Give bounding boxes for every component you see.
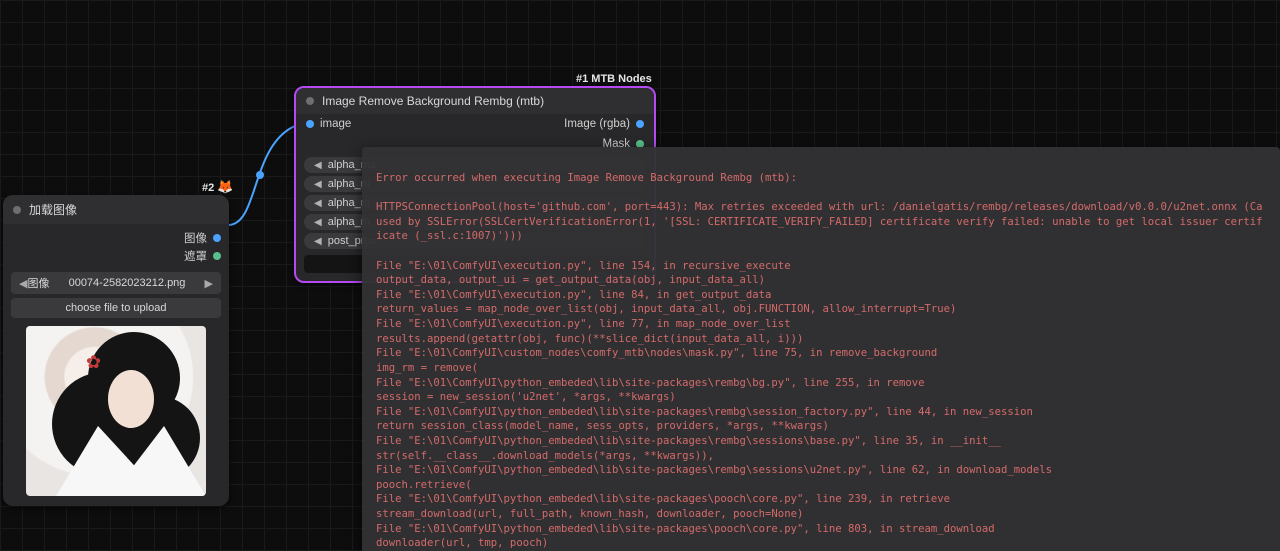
- file-select-dropdown[interactable]: ◀ 图像 00074-2582023212.png ▶: [11, 272, 221, 294]
- port-label-out-image: Image (rgba): [564, 118, 630, 130]
- port-label-image: 图像: [184, 230, 207, 246]
- thumbnail-shape: [56, 426, 206, 496]
- image-thumbnail[interactable]: ✿: [26, 326, 206, 496]
- group-badge-2-text: #2: [202, 182, 214, 194]
- flower-icon: ✿: [86, 352, 101, 373]
- output-ports: 图像 遮罩: [3, 224, 229, 268]
- port-label-mask: 遮罩: [184, 248, 207, 264]
- port-out-image[interactable]: [213, 234, 221, 242]
- file-select-label: 图像: [27, 275, 49, 291]
- node-title: 加载图像: [29, 201, 77, 218]
- upload-button[interactable]: choose file to upload: [11, 298, 221, 318]
- port-out-image[interactable]: [636, 120, 644, 128]
- chevron-left-icon: ◀: [314, 217, 322, 228]
- node-status-dot: [13, 206, 21, 214]
- error-traceback: Error occurred when executing Image Remo…: [376, 171, 1266, 551]
- chevron-left-icon: ◀: [314, 198, 322, 209]
- error-panel[interactable]: Error occurred when executing Image Remo…: [362, 147, 1280, 551]
- node-graph-canvas[interactable]: #1 MTB Nodes #2🦊 加载图像 图像 遮罩 ◀ 图像 00074-2…: [0, 0, 1280, 551]
- node-title: Image Remove Background Rembg (mtb): [322, 94, 544, 108]
- chevron-right-icon[interactable]: ▶: [205, 277, 213, 290]
- chevron-left-icon: ◀: [314, 179, 322, 190]
- node-status-dot: [306, 97, 314, 105]
- node-titlebar[interactable]: Image Remove Background Rembg (mtb): [296, 88, 654, 114]
- chevron-left-icon: ◀: [314, 236, 322, 247]
- port-in-image[interactable]: [306, 120, 314, 128]
- chevron-left-icon[interactable]: ◀: [19, 277, 27, 290]
- group-badge-mtb: #1 MTB Nodes: [576, 73, 652, 85]
- node-titlebar[interactable]: 加载图像: [3, 195, 229, 224]
- port-out-mask[interactable]: [213, 252, 221, 260]
- file-select-value: 00074-2582023212.png: [49, 277, 204, 289]
- chevron-left-icon: ◀: [314, 160, 322, 171]
- node-load-image[interactable]: 加载图像 图像 遮罩 ◀ 图像 00074-2582023212.png ▶ c…: [3, 195, 229, 506]
- fox-icon: 🦊: [217, 179, 233, 194]
- group-badge-2: #2🦊: [202, 179, 233, 195]
- port-label-in-image: image: [320, 118, 351, 130]
